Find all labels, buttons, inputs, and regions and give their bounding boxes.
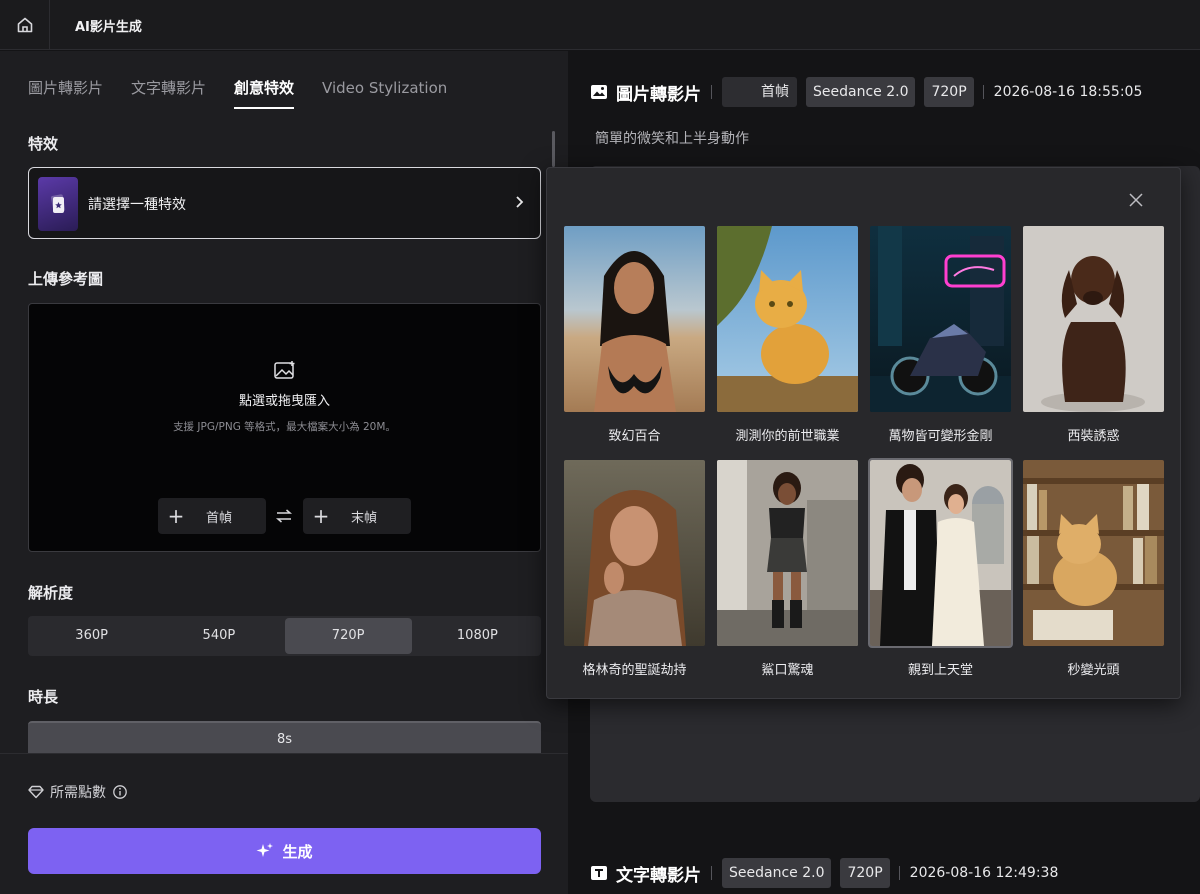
- resolution-option-540p[interactable]: 540P: [155, 616, 282, 656]
- resolution-option-720p[interactable]: 720P: [284, 618, 412, 654]
- tab-video-stylization[interactable]: Video Stylization: [322, 77, 447, 113]
- sparkle-icon: [256, 843, 274, 857]
- left-panel: 圖片轉影片 文字轉影片 創意特效 Video Stylization 特效 請選…: [0, 51, 568, 894]
- image-upload-icon: [274, 361, 295, 379]
- top-bar: AI影片生成: [0, 0, 1200, 50]
- resolution-chip: 720P: [840, 858, 890, 888]
- effect-card[interactable]: 秒變光頭: [1023, 460, 1164, 678]
- resolution-option-360p[interactable]: 360P: [28, 616, 155, 656]
- generate-button[interactable]: 生成: [28, 828, 541, 874]
- resolution-chip: 720P: [924, 77, 974, 107]
- task-description: 簡單的微笑和上半身動作: [595, 131, 749, 147]
- effect-label: 格林奇的聖誕劫持: [582, 663, 687, 678]
- effect-label: 鯊口驚魂: [761, 663, 814, 678]
- effect-selector[interactable]: 請選擇一種特效: [28, 167, 541, 239]
- first-frame-button[interactable]: + 首幀: [158, 498, 266, 534]
- effect-card[interactable]: 鯊口驚魂: [717, 460, 858, 678]
- tab-text-to-video[interactable]: 文字轉影片: [131, 77, 206, 113]
- model-chip: Seedance 2.0: [722, 858, 832, 888]
- tab-image-to-video[interactable]: 圖片轉影片: [28, 77, 103, 113]
- plus-icon: +: [167, 504, 185, 528]
- effect-preview-image: [717, 460, 858, 646]
- effect-card[interactable]: 測測你的前世職業: [717, 226, 858, 444]
- effect-label: 萬物皆可變形金剛: [888, 429, 993, 444]
- effect-card[interactable]: 格林奇的聖誕劫持: [564, 460, 705, 678]
- effect-preview-image: [868, 458, 1013, 648]
- resolution-section-label: 解析度: [28, 584, 74, 602]
- duration-option-8s[interactable]: 8s: [28, 721, 541, 757]
- task-header: 圖片轉影片 首幀 Seedance 2.0 720P 2026-08-16 18…: [590, 76, 1142, 108]
- divider: [898, 866, 900, 880]
- resolution-option-1080p[interactable]: 1080P: [414, 616, 541, 656]
- first-frame-label: 首幀: [206, 510, 233, 526]
- text-video-icon: [591, 866, 607, 880]
- effect-preview-image: [1023, 226, 1164, 412]
- cards-icon: [51, 194, 66, 213]
- effect-label: 親到上天堂: [907, 663, 973, 678]
- effect-card[interactable]: 致幻百合: [564, 226, 705, 444]
- left-footer: 所需點數 生成: [0, 753, 568, 894]
- effect-card[interactable]: 萬物皆可變形金剛: [870, 226, 1011, 444]
- effect-preview-image: [870, 226, 1011, 412]
- chevron-right-icon: [516, 196, 524, 208]
- last-frame-button[interactable]: + 末幀: [303, 498, 411, 534]
- plus-icon: +: [312, 504, 330, 528]
- effect-label: 致幻百合: [608, 429, 661, 444]
- info-icon[interactable]: [112, 784, 128, 800]
- task-timestamp: 2026-08-16 12:49:38: [909, 865, 1059, 881]
- effect-placeholder: 請選擇一種特效: [88, 197, 186, 213]
- effect-thumbnail: [38, 177, 78, 231]
- task-title: 圖片轉影片: [616, 84, 701, 105]
- left-scrollbar[interactable]: [552, 131, 555, 167]
- generate-label: 生成: [282, 842, 313, 861]
- divider: [982, 85, 984, 99]
- divider: [711, 85, 712, 99]
- points-label: 所需點數: [50, 785, 106, 801]
- duration-section-label: 時長: [28, 688, 59, 706]
- mode-tabs: 圖片轉影片 文字轉影片 創意特效 Video Stylization: [28, 77, 475, 113]
- effect-preview-image: [1023, 460, 1164, 646]
- divider: [711, 866, 712, 880]
- diamond-icon: [28, 785, 44, 799]
- image-video-icon: [591, 85, 607, 99]
- task-timestamp: 2026-08-16 18:55:05: [993, 84, 1143, 100]
- upload-hint: 支援 JPG/PNG 等格式，最大檔案大小為 20M。: [173, 421, 396, 433]
- resolution-selector: 360P 540P 720P 1080P: [28, 616, 541, 656]
- task-header: 文字轉影片 Seedance 2.0 720P 2026-08-16 12:49…: [590, 857, 1058, 889]
- home-button[interactable]: [0, 0, 50, 50]
- effect-label: 西裝誘惑: [1067, 429, 1120, 444]
- effect-section-label: 特效: [28, 135, 59, 153]
- last-frame-label: 末幀: [351, 510, 378, 526]
- effect-preview-image: [717, 226, 858, 412]
- close-icon[interactable]: [1128, 192, 1144, 208]
- tab-creative-effects[interactable]: 創意特效: [234, 77, 295, 113]
- effect-card-selected[interactable]: 親到上天堂: [868, 458, 1013, 678]
- app-title: AI影片生成: [75, 20, 142, 35]
- effect-label: 秒變光頭: [1067, 663, 1120, 678]
- task-title: 文字轉影片: [616, 865, 701, 886]
- effect-preview-image: [564, 460, 705, 646]
- effect-preview-image: [564, 226, 705, 412]
- frame-chip: 首幀: [722, 77, 797, 107]
- upload-section-label: 上傳參考圖: [28, 270, 104, 288]
- effect-label: 測測你的前世職業: [735, 429, 840, 444]
- upload-title: 點選或拖曳匯入: [238, 394, 330, 409]
- home-icon: [17, 17, 32, 33]
- points-row: 所需點數: [28, 782, 128, 802]
- swap-icon[interactable]: [275, 508, 293, 524]
- effect-card[interactable]: 西裝誘惑: [1023, 226, 1164, 444]
- upload-dropzone[interactable]: 點選或拖曳匯入 支援 JPG/PNG 等格式，最大檔案大小為 20M。 + 首幀…: [28, 303, 541, 552]
- model-chip: Seedance 2.0: [806, 77, 916, 107]
- effects-popup: 致幻百合 測測你的前世職業 萬物皆可變形金剛 西裝誘惑 格林奇的聖誕劫持 鯊口驚…: [546, 167, 1181, 699]
